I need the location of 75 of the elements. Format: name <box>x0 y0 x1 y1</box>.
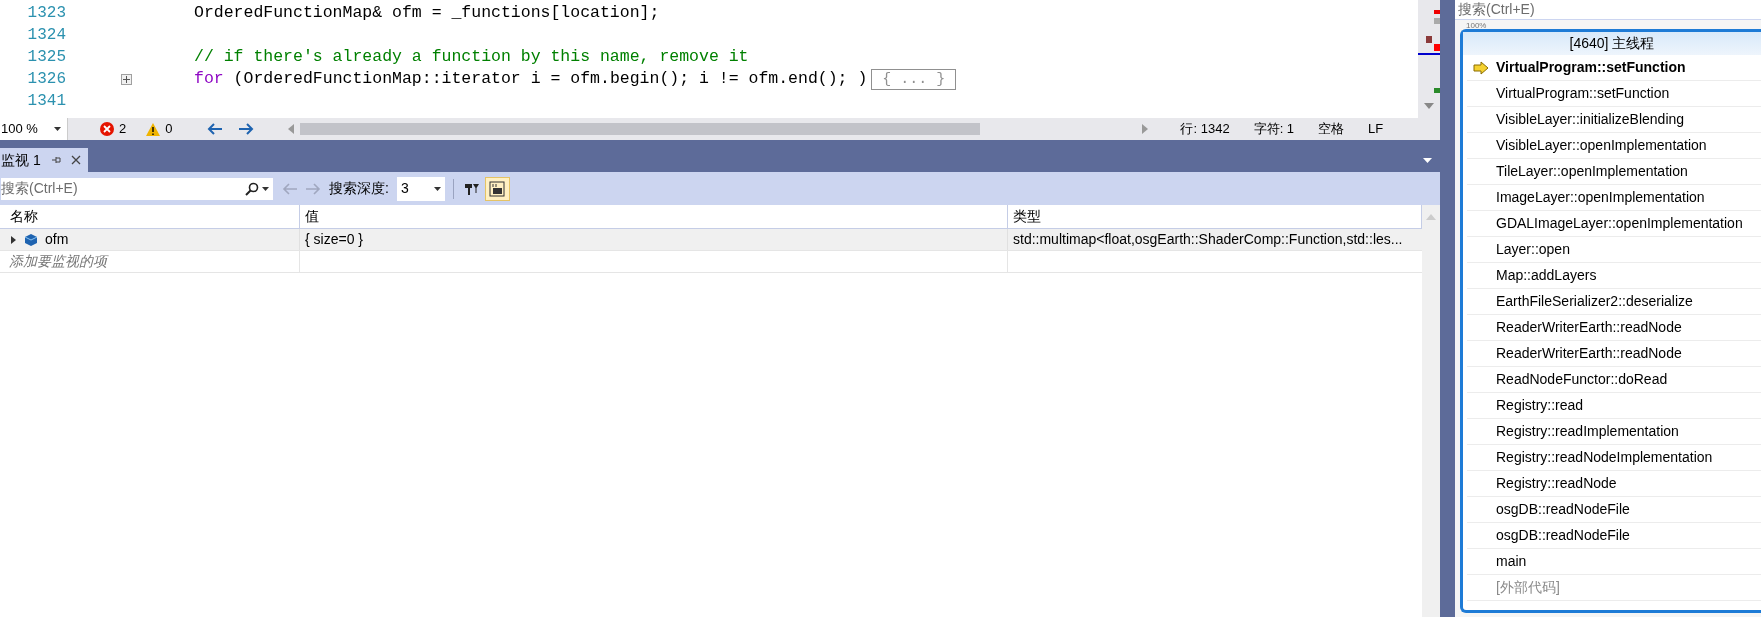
zoom-level-label: 100% <box>1466 20 1487 32</box>
code-line: // if there's already a function by this name, remove it <box>194 45 749 68</box>
thread-header: [4640] 主线程 <box>1463 32 1761 55</box>
code-line: for (OrderedFunctionMap::iterator i = ofm.begin(); i != ofm.end(); ) <box>194 67 868 90</box>
stack-frame[interactable]: GDALImageLayer::openImplementation <box>1467 211 1761 237</box>
scrollbar-thumb[interactable] <box>300 123 981 135</box>
stack-frame[interactable]: Registry::readImplementation <box>1467 419 1761 445</box>
search-field[interactable]: 搜索(Ctrl+E) <box>0 176 274 201</box>
char-indicator[interactable]: 字符: 1 <box>1253 119 1295 139</box>
back-arrow-icon[interactable] <box>207 123 224 135</box>
close-icon[interactable] <box>70 155 81 165</box>
variable-name: ofm <box>45 230 69 249</box>
line-number: 1341 <box>26 91 66 112</box>
scroll-marker <box>1434 18 1440 24</box>
value-cell: { size=0 } <box>300 229 1008 250</box>
warning-count[interactable]: 0 <box>165 119 173 139</box>
expand-icon[interactable] <box>120 73 132 85</box>
add-watch-field[interactable]: 添加要监视的项 <box>9 251 107 272</box>
change-marker <box>1434 88 1440 93</box>
stack-frame[interactable]: osgDB::readNodeFile <box>1467 497 1761 523</box>
expand-arrow-icon[interactable] <box>11 235 17 244</box>
line-indicator[interactable]: 行: 1342 <box>1180 119 1230 139</box>
stack-frame[interactable]: VirtualProgram::setFunction <box>1467 81 1761 107</box>
stack-frame[interactable]: ReaderWriterEarth::readNode <box>1467 341 1761 367</box>
stack-frame[interactable]: ReadNodeFunctor::doRead <box>1467 367 1761 393</box>
column-header[interactable]: 名称 <box>0 205 300 228</box>
scroll-down-icon[interactable] <box>1424 103 1434 109</box>
stack-frame[interactable]: Registry::readNodeImplementation <box>1467 445 1761 471</box>
pin-icon[interactable] <box>50 155 61 165</box>
stack-frame[interactable]: ImageLayer::openImplementation <box>1467 185 1761 211</box>
caret-icon[interactable] <box>262 186 269 191</box>
stack-frame[interactable]: ReaderWriterEarth::readNode <box>1467 315 1761 341</box>
stack-frame[interactable]: main <box>1467 549 1761 575</box>
stack-frame[interactable]: VirtualProgram::setFunction <box>1467 55 1761 81</box>
error-count[interactable]: 2 <box>119 119 127 139</box>
variable-icon <box>25 233 37 246</box>
warning-icon <box>146 122 161 136</box>
code-line: OrderedFunctionMap& ofm = _functions[location]; <box>194 1 660 24</box>
watch-tab[interactable]: 监视 1 <box>0 148 88 172</box>
error-marker <box>1434 10 1440 14</box>
zoom-dropdown[interactable]: 100 % <box>0 118 68 140</box>
caret-icon <box>54 127 61 131</box>
caret-position-marker <box>1418 53 1440 55</box>
vertical-scrollbar[interactable] <box>1422 205 1440 617</box>
breakpoint-marker <box>1426 36 1432 43</box>
caret-icon <box>433 186 441 191</box>
search-depth-label: 搜索深度: <box>329 179 389 198</box>
forward-arrow-icon[interactable] <box>238 123 255 135</box>
hex-display-toggle[interactable] <box>484 176 510 201</box>
stack-frame[interactable]: Map::addLayers <box>1467 263 1761 289</box>
stack-frame[interactable]: VisibleLayer::initializeBlending <box>1467 107 1761 133</box>
stack-frame[interactable]: VisibleLayer::openImplementation <box>1467 133 1761 159</box>
stack-frame[interactable]: EarthFileSerializer2::deserialize <box>1467 289 1761 315</box>
type-cell-text: std::multimap<float,osgEarth::ShaderComp::Function,std::les... <box>1012 230 1404 249</box>
column-header[interactable]: 值 <box>300 205 1008 228</box>
line-number: 1323 <box>26 3 66 24</box>
line-number: 1324 <box>26 25 66 46</box>
search-icon[interactable] <box>245 181 259 196</box>
error-marker <box>1434 44 1440 51</box>
stack-frame[interactable]: Layer::open <box>1467 237 1761 263</box>
line-number: 1325 <box>26 47 66 68</box>
vertical-scrollbar[interactable] <box>1418 0 1440 118</box>
stack-frame[interactable]: [外部代码] <box>1467 575 1761 601</box>
line-number: 1326 <box>26 69 66 90</box>
dropdown-icon[interactable] <box>1423 158 1432 163</box>
search-field[interactable]: 搜索(Ctrl+E) <box>1455 0 1761 20</box>
stack-frame[interactable]: Registry::read <box>1467 393 1761 419</box>
line-ending-indicator[interactable]: LF <box>1368 119 1384 139</box>
stack-frame[interactable]: TileLayer::openImplementation <box>1467 159 1761 185</box>
search-depth-dropdown[interactable]: 3 <box>396 176 445 201</box>
stack-frame[interactable]: osgDB::readNodeFile <box>1467 523 1761 549</box>
error-icon <box>100 122 114 136</box>
stack-frame[interactable]: Registry::readNode <box>1467 471 1761 497</box>
indent-indicator[interactable]: 空格 <box>1318 119 1345 139</box>
current-frame-arrow-icon <box>1473 60 1489 75</box>
